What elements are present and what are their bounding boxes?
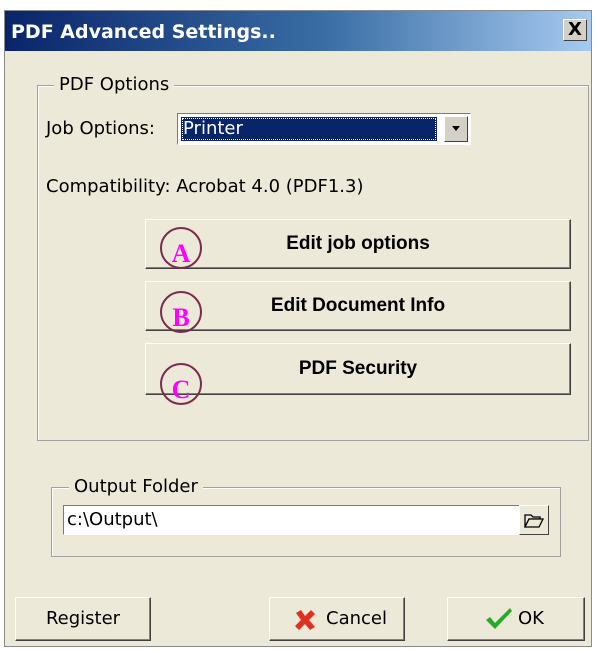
annotation-b-marker: B [160, 291, 202, 333]
register-label: Register [45, 608, 121, 629]
edit-document-info-button[interactable]: Edit Document Info [145, 281, 571, 331]
job-options-dropdown[interactable]: Printer [177, 113, 471, 145]
cancel-x-icon [295, 610, 315, 630]
edit-job-options-label: Edit job options [286, 233, 430, 254]
edit-document-info-label: Edit Document Info [270, 295, 446, 316]
window-title: PDF Advanced Settings.. [11, 21, 276, 43]
pdf-options-group-title: PDF Options [54, 74, 175, 95]
pdf-advanced-settings-dialog: PDF Advanced Settings.. X PDF Options Jo… [4, 10, 592, 647]
checkmark-icon [486, 608, 512, 629]
chevron-down-icon[interactable] [444, 116, 468, 142]
browse-folder-button[interactable] [519, 505, 549, 535]
pdf-security-label: PDF Security [298, 358, 418, 379]
title-bar[interactable]: PDF Advanced Settings.. X [5, 11, 591, 51]
edit-job-options-button[interactable]: Edit job options [145, 219, 571, 269]
pdf-security-button[interactable]: PDF Security [145, 343, 571, 395]
folder-open-icon [523, 514, 545, 528]
ok-label: OK [518, 608, 544, 629]
compatibility-text: Compatibility: Acrobat 4.0 (PDF1.3) [46, 176, 364, 197]
annotation-c-marker: C [160, 363, 202, 405]
output-folder-group-title: Output Folder [69, 476, 203, 497]
close-button[interactable]: X [563, 19, 587, 41]
output-folder-path-input[interactable]: c:\Output\ [63, 505, 523, 535]
register-button[interactable]: Register [15, 597, 151, 641]
cancel-button[interactable]: Cancel [269, 597, 405, 641]
ok-button[interactable]: OK [447, 597, 585, 641]
annotation-a-marker: A [160, 227, 202, 269]
job-options-label: Job Options: [46, 118, 155, 139]
cancel-label: Cancel [326, 608, 387, 629]
job-options-selected-value: Printer [181, 117, 437, 141]
